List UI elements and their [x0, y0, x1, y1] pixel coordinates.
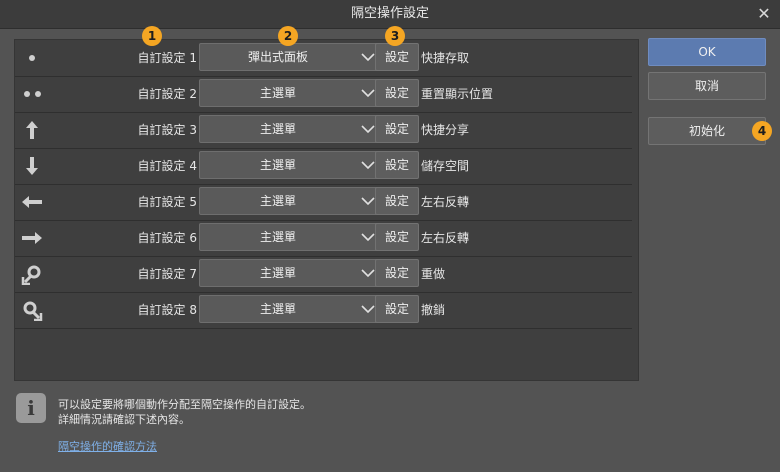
slot-label: 自訂設定 7： [137, 267, 209, 281]
chevron-down-icon [361, 161, 375, 170]
assigned-action: 重置顯示位置 [421, 87, 494, 101]
assigned-action: 重做 [421, 267, 446, 281]
info-line-1: 可以設定要將哪個動作分配至隔空操作的自訂設定。 [58, 398, 311, 411]
slot-label: 自訂設定 4： [137, 159, 209, 173]
combo-value: 主選單 [259, 266, 296, 280]
ok-button[interactable]: OK [648, 38, 766, 66]
action-category-select[interactable]: 主選單 [199, 187, 383, 215]
gesture-row-2: 自訂設定 2： 主選單 設定 重置顯示位置 [15, 76, 632, 113]
reset-button[interactable]: 初始化 [648, 117, 766, 145]
action-category-select[interactable]: 主選單 [199, 79, 383, 107]
gesture-row-5: 自訂設定 5： 主選單 設定 左右反轉 [15, 184, 632, 221]
close-icon[interactable]: ✕ [754, 4, 774, 24]
chevron-down-icon [361, 305, 375, 314]
arrow-right-icon [20, 227, 44, 249]
combo-value: 主選單 [259, 122, 296, 136]
double-dot-icon [20, 83, 44, 105]
action-category-select[interactable]: 主選單 [199, 151, 383, 179]
gesture-row-8: 自訂設定 8： 主選單 設定 撤銷 [15, 292, 632, 329]
assigned-action: 撤銷 [421, 303, 446, 317]
set-button[interactable]: 設定 [375, 151, 419, 179]
callout-badge-4: 4 [752, 121, 772, 141]
slot-label: 自訂設定 3： [137, 123, 209, 137]
gesture-row-1: 自訂設定 1： 彈出式面板 設定 快捷存取 [15, 40, 632, 77]
combo-value: 彈出式面板 [247, 50, 308, 64]
chevron-down-icon [361, 53, 375, 62]
slot-label: 自訂設定 6： [137, 231, 209, 245]
window-title: 隔空操作設定 [350, 6, 429, 21]
slot-label: 自訂設定 8： [137, 303, 209, 317]
arrow-left-icon [20, 191, 44, 213]
callout-badge-1: 1 [142, 26, 162, 46]
chevron-down-icon [361, 197, 375, 206]
set-button[interactable]: 設定 [375, 43, 419, 71]
gesture-row-7: 自訂設定 7： 主選單 設定 重做 [15, 256, 632, 293]
title-bar: 隔空操作設定 ✕ [0, 0, 780, 29]
gesture-row-6: 自訂設定 6： 主選單 設定 左右反轉 [15, 220, 632, 257]
assigned-action: 快捷存取 [421, 51, 470, 65]
set-button[interactable]: 設定 [375, 79, 419, 107]
chevron-down-icon [361, 89, 375, 98]
chevron-down-icon [361, 233, 375, 242]
chevron-down-icon [361, 125, 375, 134]
arrow-up-icon [20, 119, 44, 141]
chevron-down-icon [361, 269, 375, 278]
action-category-select[interactable]: 彈出式面板 [199, 43, 383, 71]
callout-badge-3: 3 [385, 26, 405, 46]
action-category-select[interactable]: 主選單 [199, 295, 383, 323]
set-button[interactable]: 設定 [375, 115, 419, 143]
set-button[interactable]: 設定 [375, 295, 419, 323]
loop-counterclockwise-icon [20, 263, 44, 285]
arrow-down-icon [20, 155, 44, 177]
combo-value: 主選單 [259, 158, 296, 172]
dot-icon [20, 47, 44, 69]
combo-value: 主選單 [259, 230, 296, 244]
action-category-select[interactable]: 主選單 [199, 259, 383, 287]
slot-label: 自訂設定 2： [137, 87, 209, 101]
loop-clockwise-icon [20, 299, 44, 321]
combo-value: 主選單 [259, 86, 296, 100]
slot-label: 自訂設定 5： [137, 195, 209, 209]
set-button[interactable]: 設定 [375, 259, 419, 287]
combo-value: 主選單 [259, 194, 296, 208]
help-link[interactable]: 隔空操作的確認方法 [58, 438, 157, 454]
gesture-row-3: 自訂設定 3： 主選單 設定 快捷分享 [15, 112, 632, 149]
set-button[interactable]: 設定 [375, 187, 419, 215]
info-line-2: 詳細情況請確認下述內容。 [58, 413, 190, 426]
callout-badge-2: 2 [278, 26, 298, 46]
action-category-select[interactable]: 主選單 [199, 115, 383, 143]
action-category-select[interactable]: 主選單 [199, 223, 383, 251]
gesture-row-4: 自訂設定 4： 主選單 設定 儲存空間 [15, 148, 632, 185]
assigned-action: 快捷分享 [421, 123, 470, 137]
settings-panel: 自訂設定 1： 彈出式面板 設定 快捷存取 自訂設定 2： 主選單 設定 重置顯… [14, 39, 639, 381]
slot-label: 自訂設定 1： [137, 51, 209, 65]
assigned-action: 左右反轉 [421, 231, 470, 245]
combo-value: 主選單 [259, 302, 296, 316]
set-button[interactable]: 設定 [375, 223, 419, 251]
assigned-action: 儲存空間 [421, 159, 470, 173]
assigned-action: 左右反轉 [421, 195, 470, 209]
info-icon: i [16, 393, 46, 423]
cancel-button[interactable]: 取消 [648, 72, 766, 100]
